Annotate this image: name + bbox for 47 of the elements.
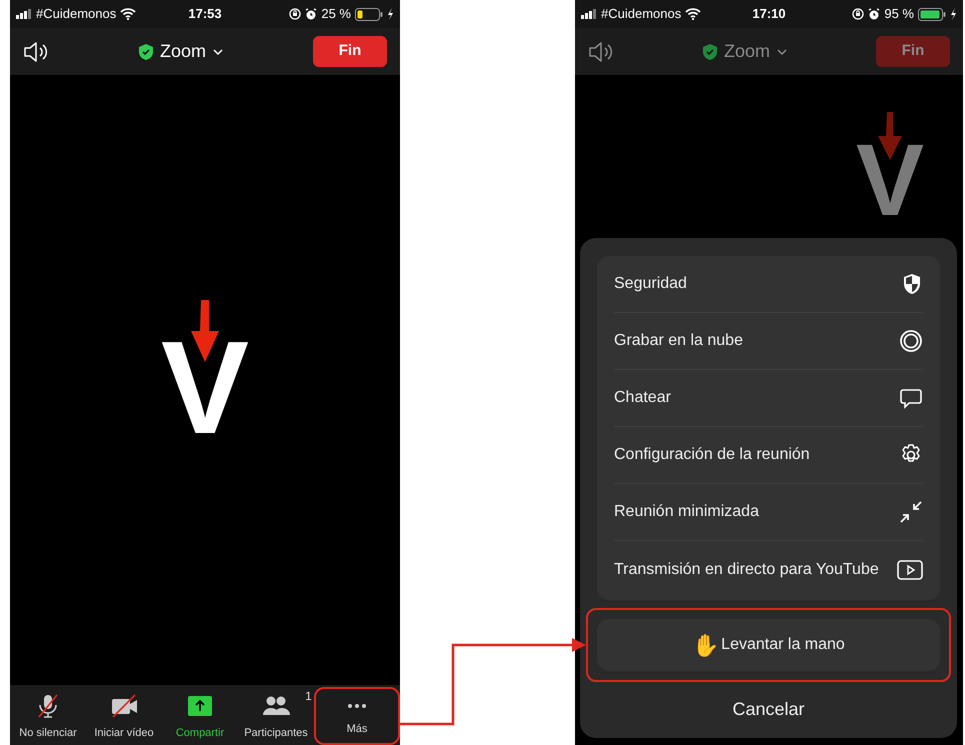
- battery-icon: [918, 8, 946, 20]
- speaker-icon[interactable]: [23, 40, 49, 62]
- charging-bolt-icon: [387, 8, 394, 20]
- alarm-clock-icon: [868, 8, 880, 20]
- share-button[interactable]: Compartir: [176, 693, 224, 745]
- clock-time: 17:10: [752, 6, 786, 22]
- shield-check-icon: [138, 43, 154, 60]
- v-arrow-logo-drawing: V: [851, 112, 929, 217]
- battery-percentage: 25 %: [321, 5, 351, 24]
- raise-hand-button[interactable]: ✋Levantar la mano: [597, 619, 940, 671]
- cancel-button[interactable]: Cancelar: [722, 692, 815, 727]
- wifi-icon: [120, 8, 136, 20]
- meeting-title[interactable]: Zoom: [160, 38, 206, 65]
- clock-time: 17:53: [188, 6, 222, 22]
- video-button[interactable]: Iniciar vídeo: [94, 693, 154, 745]
- battery-percentage: 95 %: [884, 5, 914, 24]
- participant-count: 1: [305, 688, 312, 705]
- shield-check-icon: [702, 43, 718, 60]
- menu-item[interactable]: Configuración de la reunión: [614, 427, 923, 484]
- menu-item[interactable]: Seguridad: [614, 256, 923, 313]
- menu-item[interactable]: Chatear: [614, 370, 923, 427]
- crossed-camera-icon: [109, 693, 139, 719]
- minimize-arrows-icon: [899, 500, 923, 524]
- more-button[interactable]: Más: [346, 693, 368, 743]
- more-dots-icon: [347, 703, 367, 709]
- rotation-lock-icon: [852, 8, 864, 20]
- menu-item[interactable]: Transmisión en directo para YouTube: [614, 541, 923, 598]
- raised-hand-emoji: ✋: [692, 632, 720, 660]
- wifi-icon: [685, 8, 702, 20]
- rotation-lock-icon: [289, 8, 302, 20]
- menu-item[interactable]: Reunión minimizada: [614, 484, 923, 541]
- end-meeting-button[interactable]: Fin: [313, 36, 387, 67]
- chat-bubble-icon: [899, 386, 923, 410]
- meeting-title[interactable]: Zoom: [724, 38, 770, 65]
- record-circle-icon: [899, 329, 923, 353]
- play-box-icon: [897, 558, 923, 580]
- security-shield-icon: [901, 272, 923, 296]
- signal-icon: [16, 9, 32, 19]
- v-arrow-logo-drawing: V: [157, 300, 253, 435]
- carrier-name: #Cuidemonos: [601, 5, 682, 24]
- signal-icon: [581, 9, 597, 19]
- carrier-name: #Cuidemonos: [36, 5, 116, 24]
- alarm-clock-icon: [305, 8, 318, 20]
- battery-icon: [355, 8, 383, 20]
- menu-item[interactable]: Grabar en la nube: [614, 313, 923, 370]
- charging-bolt-icon: [950, 8, 957, 20]
- mic-button[interactable]: No silenciar: [19, 693, 77, 745]
